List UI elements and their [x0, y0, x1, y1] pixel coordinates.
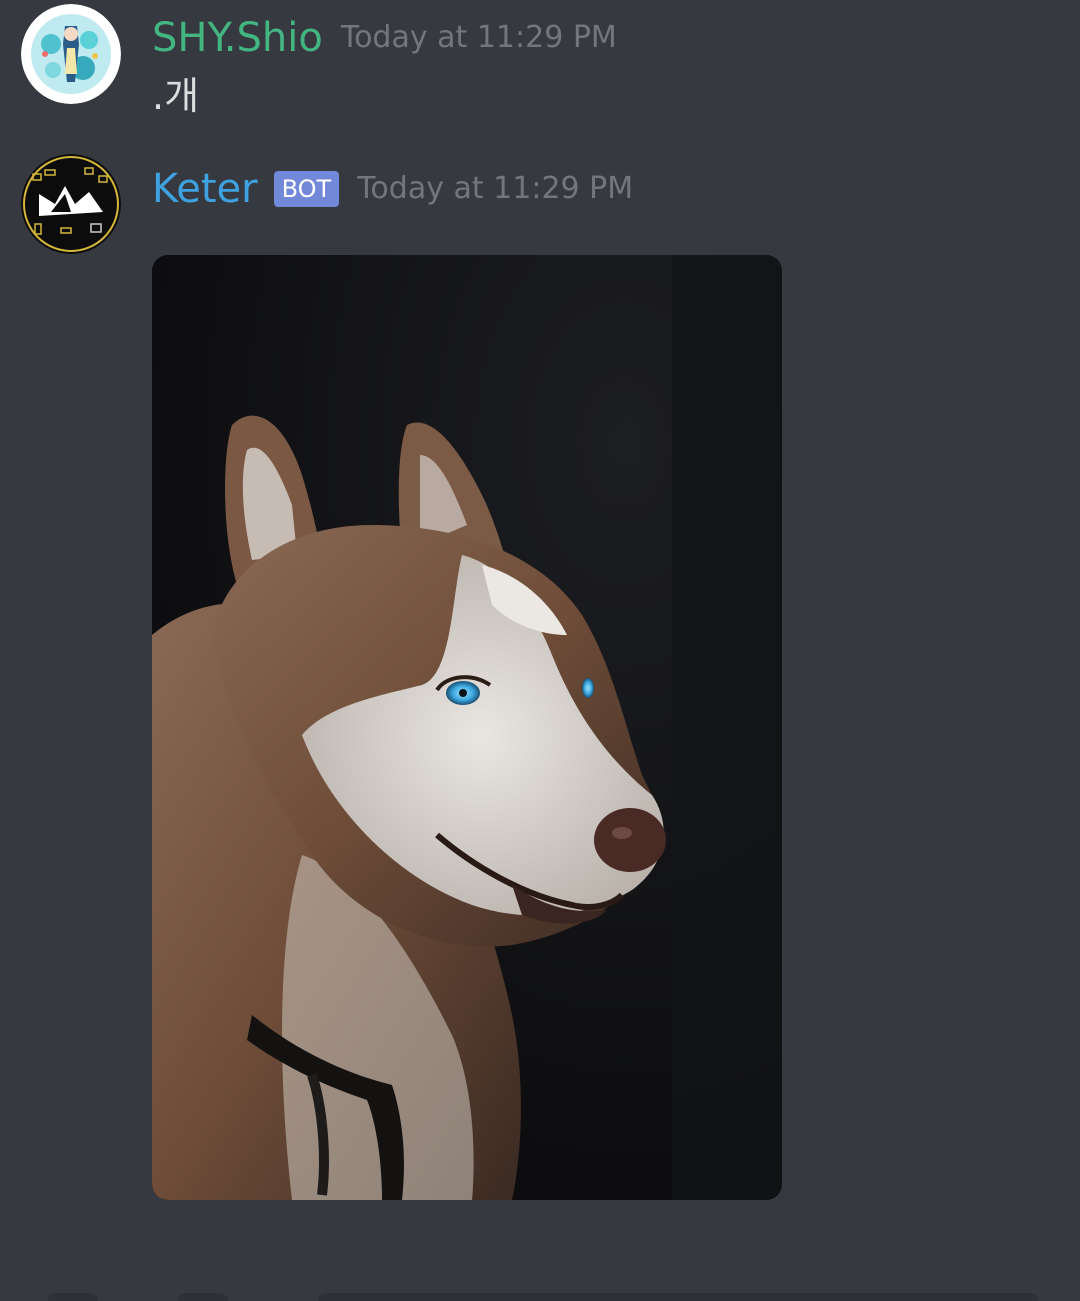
message-timestamp: Today at 11:29 PM: [340, 20, 617, 55]
author-name[interactable]: Keter: [152, 165, 258, 213]
toolbar-button[interactable]: [178, 1293, 228, 1301]
anime-character-avatar-icon: [21, 4, 121, 104]
bottom-toolbar: [0, 1293, 1080, 1301]
message-header: SHY.Shio Today at 11:29 PM: [152, 14, 617, 62]
husky-dog-photo: [152, 255, 782, 1200]
keter-bot-logo-avatar-icon: [21, 154, 121, 254]
message-header: Keter BOT Today at 11:29 PM: [152, 165, 633, 213]
bot-badge: BOT: [273, 171, 340, 207]
toolbar-button[interactable]: [48, 1293, 98, 1301]
message-timestamp: Today at 11:29 PM: [357, 171, 634, 206]
message-input[interactable]: [318, 1293, 1038, 1301]
author-name[interactable]: SHY.Shio: [152, 14, 323, 62]
user-avatar[interactable]: [21, 4, 121, 104]
image-attachment[interactable]: [152, 255, 782, 1200]
message-content: .개: [152, 74, 200, 118]
message-shy-shio: SHY.Shio Today at 11:29 PM .개: [0, 0, 1080, 130]
bot-avatar[interactable]: [21, 154, 121, 254]
